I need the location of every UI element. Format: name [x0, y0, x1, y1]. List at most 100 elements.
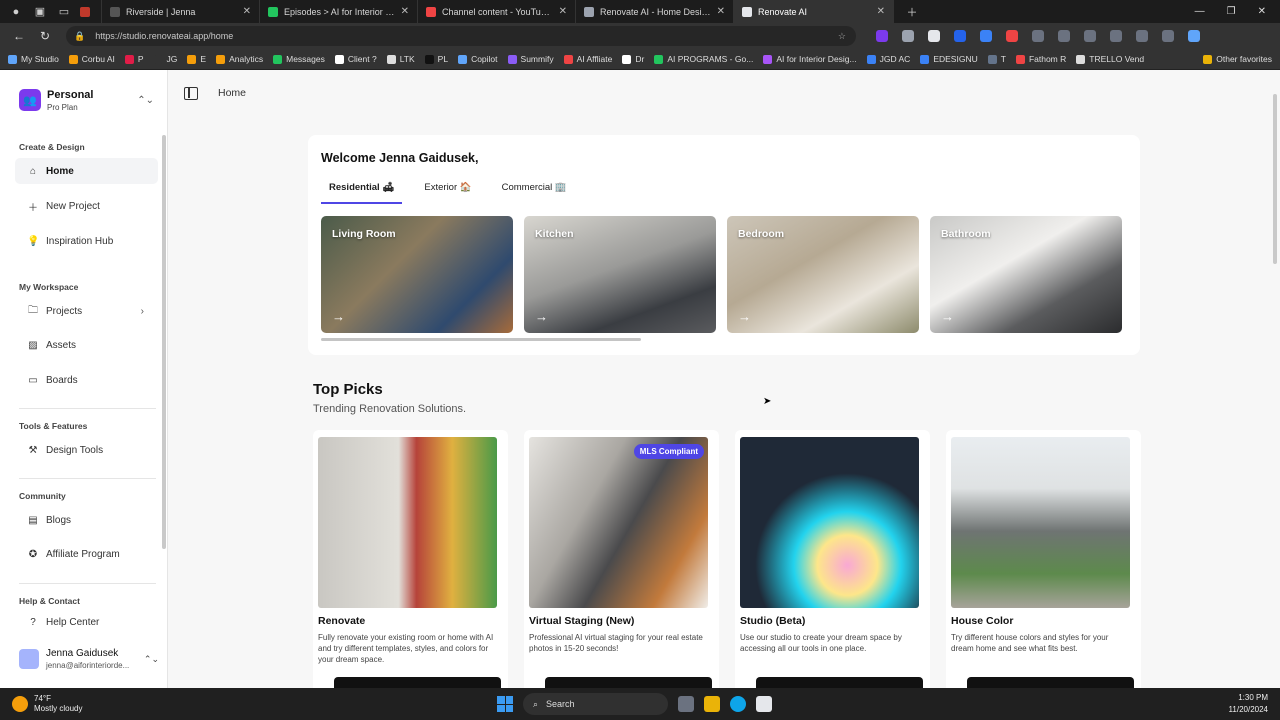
card-renovate[interactable]: Renovate Fully renovate your existing ro…: [313, 430, 508, 688]
browser-tab-active[interactable]: Renovate AI ✕: [734, 0, 894, 23]
tab-residential[interactable]: Residential 🛋: [321, 179, 403, 204]
user-menu[interactable]: Jenna Gaidusek jenna@aiforinteriorde... …: [19, 644, 159, 674]
tab-exterior[interactable]: Exterior 🏠: [416, 179, 479, 204]
card-button[interactable]: [967, 677, 1134, 688]
card-house-color[interactable]: House Color Try different house colors a…: [946, 430, 1141, 688]
bookmark[interactable]: Analytics: [216, 54, 263, 64]
taskbar-search[interactable]: ⌕ Search: [523, 693, 668, 715]
extension-icon[interactable]: [1058, 30, 1070, 42]
bookmark[interactable]: My Studio: [8, 54, 59, 64]
workspace-switcher[interactable]: 👥 Personal Pro Plan ⌃⌄: [8, 80, 160, 120]
other-favorites[interactable]: Other favorites: [1203, 54, 1272, 64]
card-button[interactable]: [545, 677, 712, 688]
bookmark[interactable]: EDESIGNU: [920, 54, 978, 64]
extension-icon[interactable]: [980, 30, 992, 42]
toggle-sidebar-icon[interactable]: [184, 86, 198, 100]
card-studio[interactable]: Studio (Beta) Use our studio to create y…: [735, 430, 930, 688]
bookmark[interactable]: Fathom R: [1015, 54, 1066, 64]
edge-icon[interactable]: [730, 696, 746, 712]
sidebar-item-new-project[interactable]: ＋ New Project: [15, 193, 158, 219]
card-virtual-staging[interactable]: MLS Compliant Virtual Staging (New) Prof…: [524, 430, 719, 688]
bookmark[interactable]: AI PROGRAMS - Go...: [654, 54, 753, 64]
sidebar-item-inspiration[interactable]: 💡 Inspiration Hub: [15, 228, 158, 254]
sidebar-item-help-center[interactable]: ? Help Center: [15, 612, 158, 632]
clock[interactable]: 1:30 PM 11/20/2024: [1229, 692, 1268, 716]
sidebar-item-affiliate[interactable]: ✪ Affiliate Program: [15, 541, 158, 567]
section-tools: Tools & Features: [19, 421, 88, 431]
windows-start-icon[interactable]: [497, 696, 513, 712]
browser-tab[interactable]: Channel content - YouTube Studio ✕: [418, 0, 576, 23]
close-icon[interactable]: ✕: [877, 6, 885, 17]
extension-icon[interactable]: [954, 30, 966, 42]
sidebar-scrollbar[interactable]: [162, 135, 166, 549]
task-view-icon[interactable]: [678, 696, 694, 712]
sidebar-item-projects[interactable]: 🗀 Projects ›: [15, 298, 158, 324]
settings-more-icon[interactable]: [1162, 30, 1174, 42]
room-card-bathroom[interactable]: Bathroom →: [930, 216, 1122, 333]
weather-widget[interactable]: 74°F Mostly cloudy: [12, 694, 82, 713]
tab-actions-icon[interactable]: ▭: [56, 4, 72, 20]
back-icon[interactable]: ←: [12, 29, 26, 43]
bookmark[interactable]: PL: [424, 54, 448, 64]
bookmark[interactable]: T: [987, 54, 1006, 64]
bookmark[interactable]: Summify: [507, 54, 554, 64]
extension-icon[interactable]: [876, 30, 888, 42]
extension-icon[interactable]: [1084, 30, 1096, 42]
close-icon[interactable]: ✕: [243, 6, 251, 17]
refresh-icon[interactable]: ↻: [38, 29, 52, 43]
tab-commercial[interactable]: Commercial 🏢: [494, 179, 575, 204]
room-card-living-room[interactable]: Living Room →: [321, 216, 513, 333]
bookmark[interactable]: AI Affliate: [563, 54, 612, 64]
minimize-icon[interactable]: —: [1195, 6, 1205, 17]
close-icon[interactable]: ✕: [717, 6, 725, 17]
copilot-icon[interactable]: [1188, 30, 1200, 42]
card-button[interactable]: [334, 677, 501, 688]
url-bar[interactable]: 🔒 https://studio.renovateai.app/home ☆: [66, 26, 856, 46]
browser-tab[interactable]: Renovate AI - Home Design ideas ✕: [576, 0, 734, 23]
bookmark[interactable]: LTK: [386, 54, 415, 64]
maximize-icon[interactable]: ❐: [1227, 6, 1236, 17]
bookmark[interactable]: TRELLO Vend: [1076, 54, 1144, 64]
bookmarks-bar: My Studio Corbu AI P JG E Analytics Mess…: [0, 49, 1280, 70]
extension-icon[interactable]: [902, 30, 914, 42]
room-card-kitchen[interactable]: Kitchen →: [524, 216, 716, 333]
bookmark[interactable]: Client ?: [334, 54, 377, 64]
bookmark[interactable]: Messages: [273, 54, 325, 64]
browser-tab[interactable]: [72, 0, 102, 23]
browser-tab[interactable]: Episodes > AI for Interior Design ✕: [260, 0, 418, 23]
extension-icon[interactable]: [1006, 30, 1018, 42]
extension-icon[interactable]: [1110, 30, 1122, 42]
bookmark[interactable]: P: [124, 54, 144, 64]
bookmark[interactable]: JGD AC: [866, 54, 910, 64]
profile-icon[interactable]: ●: [8, 4, 24, 20]
close-icon[interactable]: ✕: [559, 6, 567, 17]
bookmark[interactable]: JG: [153, 54, 177, 64]
extension-icon[interactable]: [928, 30, 940, 42]
sidebar-item-assets[interactable]: ▨ Assets: [15, 332, 158, 358]
sidebar-item-home[interactable]: ⌂ Home: [15, 158, 158, 184]
card-button[interactable]: [756, 677, 923, 688]
carousel-scrollbar[interactable]: [321, 338, 641, 341]
close-window-icon[interactable]: ✕: [1258, 6, 1266, 17]
close-icon[interactable]: ✕: [401, 6, 409, 17]
bookmark[interactable]: Dr: [622, 54, 644, 64]
file-explorer-icon[interactable]: [704, 696, 720, 712]
tab-label: Riverside | Jenna: [126, 6, 196, 17]
sidebar-item-design-tools[interactable]: ⚒ Design Tools: [15, 437, 158, 463]
workspaces-icon[interactable]: ▣: [32, 4, 48, 20]
new-tab-icon[interactable]: ＋: [904, 4, 920, 20]
favorite-star-icon[interactable]: ☆: [838, 31, 846, 42]
app-icon[interactable]: [756, 696, 772, 712]
room-card-bedroom[interactable]: Bedroom →: [727, 216, 919, 333]
sidebar-item-boards[interactable]: ▭ Boards: [15, 367, 158, 393]
bookmark[interactable]: Corbu AI: [68, 54, 115, 64]
bookmark[interactable]: E: [187, 54, 206, 64]
main-scrollbar[interactable]: [1273, 94, 1277, 264]
sidebar-item-blogs[interactable]: ▤ Blogs: [15, 507, 158, 533]
browser-tab[interactable]: Riverside | Jenna ✕: [102, 0, 260, 23]
bookmark[interactable]: AI for Interior Desig...: [763, 54, 857, 64]
extension-icon[interactable]: [1136, 30, 1148, 42]
bookmark[interactable]: Copilot: [458, 54, 498, 64]
extension-icon[interactable]: [1032, 30, 1044, 42]
lock-icon: 🔒: [74, 30, 86, 41]
